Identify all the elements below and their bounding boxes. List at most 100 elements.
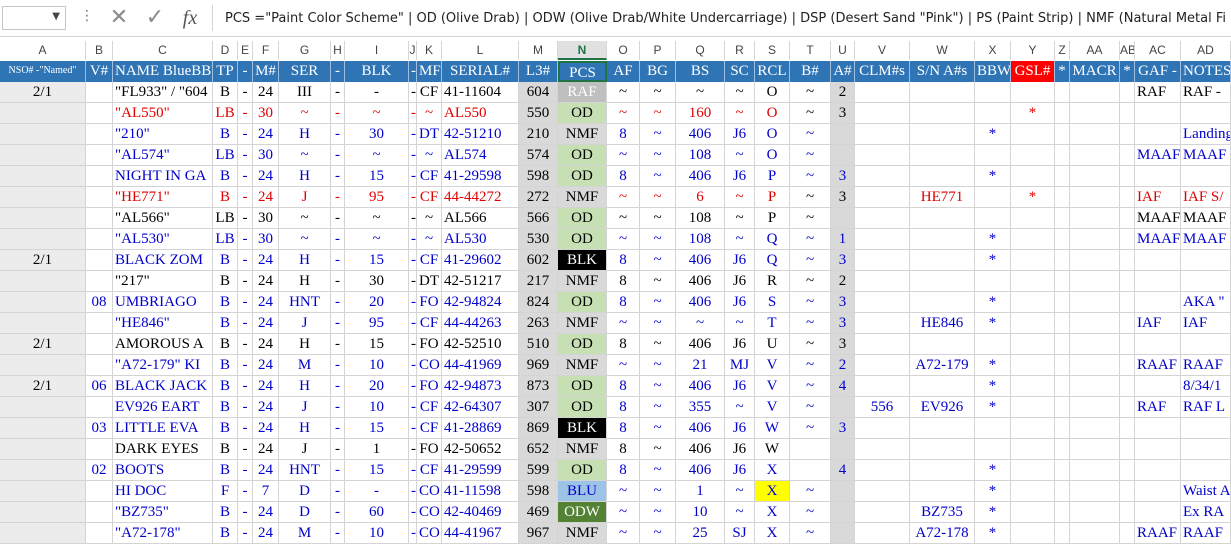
table-cell[interactable]: OD	[558, 334, 607, 355]
table-cell[interactable]	[1120, 481, 1135, 502]
table-cell[interactable]: ~	[607, 481, 640, 502]
header-cell[interactable]: MF	[417, 61, 442, 82]
table-cell[interactable]: 30	[253, 103, 279, 124]
table-cell[interactable]: B	[213, 439, 238, 460]
table-cell[interactable]: J6	[725, 334, 755, 355]
table-cell[interactable]: CF	[417, 166, 442, 187]
table-cell[interactable]: 24	[253, 460, 279, 481]
table-cell[interactable]: D	[279, 502, 331, 523]
header-cell[interactable]: V#	[86, 61, 113, 82]
table-cell[interactable]	[910, 103, 975, 124]
table-cell[interactable]: 44-41967	[442, 523, 519, 544]
table-cell[interactable]: *	[975, 355, 1011, 376]
table-cell[interactable]	[1055, 103, 1070, 124]
table-cell[interactable]	[855, 292, 910, 313]
table-cell[interactable]	[790, 439, 831, 460]
table-cell[interactable]: -	[331, 292, 345, 313]
table-cell[interactable]: B	[213, 250, 238, 271]
table-cell[interactable]: 30	[253, 229, 279, 250]
header-cell[interactable]: SER	[279, 61, 331, 82]
column-header-m[interactable]: M	[519, 41, 558, 60]
table-cell[interactable]: 406	[676, 439, 725, 460]
table-cell[interactable]: -	[409, 187, 417, 208]
table-cell[interactable]	[0, 460, 86, 481]
table-cell[interactable]: 8	[607, 292, 640, 313]
table-cell[interactable]	[1070, 208, 1120, 229]
table-cell[interactable]	[0, 418, 86, 439]
column-header-d[interactable]: D	[213, 41, 238, 60]
header-cell[interactable]: S/N A#s	[910, 61, 975, 82]
table-cell[interactable]: ~	[279, 103, 331, 124]
table-cell[interactable]: "A72-179" KI	[113, 355, 213, 376]
table-cell[interactable]: *	[975, 124, 1011, 145]
table-cell[interactable]	[1070, 250, 1120, 271]
table-cell[interactable]: 21	[676, 355, 725, 376]
table-cell[interactable]: 15	[345, 334, 409, 355]
table-cell[interactable]: 510	[519, 334, 558, 355]
table-cell[interactable]	[0, 313, 86, 334]
table-cell[interactable]: B	[213, 82, 238, 103]
table-cell[interactable]: -	[409, 250, 417, 271]
table-cell[interactable]	[831, 397, 855, 418]
header-cell[interactable]: GSL#	[1011, 61, 1055, 82]
table-cell[interactable]: -	[238, 460, 253, 481]
table-cell[interactable]: 24	[253, 82, 279, 103]
table-cell[interactable]: OD	[558, 103, 607, 124]
table-cell[interactable]: 210	[519, 124, 558, 145]
header-cell[interactable]: CLM#s	[855, 61, 910, 82]
table-cell[interactable]: 24	[253, 334, 279, 355]
table-cell[interactable]: RAF L	[1181, 397, 1231, 418]
table-cell[interactable]: 8	[607, 271, 640, 292]
table-cell[interactable]: P	[755, 187, 790, 208]
cancel-icon[interactable]: ✕	[104, 4, 134, 32]
table-cell[interactable]: 03	[86, 418, 113, 439]
table-cell[interactable]: RAF	[1135, 397, 1181, 418]
table-cell[interactable]: B	[213, 313, 238, 334]
column-header-c[interactable]: C	[113, 41, 213, 60]
table-cell[interactable]	[1055, 124, 1070, 145]
table-cell[interactable]	[910, 124, 975, 145]
table-cell[interactable]: 15	[345, 460, 409, 481]
header-cell[interactable]: -	[409, 61, 417, 82]
table-cell[interactable]	[975, 208, 1011, 229]
table-cell[interactable]: MAAF	[1181, 229, 1231, 250]
table-cell[interactable]: ~	[345, 229, 409, 250]
table-cell[interactable]: MAAF	[1135, 145, 1181, 166]
table-cell[interactable]	[0, 145, 86, 166]
table-cell[interactable]: 41-11604	[442, 82, 519, 103]
table-cell[interactable]: *	[975, 292, 1011, 313]
table-cell[interactable]: J	[279, 187, 331, 208]
table-cell[interactable]: MJ	[725, 355, 755, 376]
header-cell[interactable]: *	[1055, 61, 1070, 82]
table-cell[interactable]	[1070, 292, 1120, 313]
table-cell[interactable]: ~	[345, 103, 409, 124]
table-cell[interactable]: 44-41969	[442, 355, 519, 376]
table-cell[interactable]	[855, 334, 910, 355]
table-cell[interactable]: FO	[417, 292, 442, 313]
table-cell[interactable]: J6	[725, 439, 755, 460]
table-cell[interactable]: -	[238, 208, 253, 229]
table-cell[interactable]: B	[213, 355, 238, 376]
header-cell[interactable]: MACR	[1070, 61, 1120, 82]
table-cell[interactable]: 10	[345, 355, 409, 376]
table-cell[interactable]: -	[238, 481, 253, 502]
table-cell[interactable]: ~	[345, 208, 409, 229]
table-cell[interactable]: "210"	[113, 124, 213, 145]
table-cell[interactable]: -	[238, 187, 253, 208]
table-cell[interactable]	[910, 460, 975, 481]
table-cell[interactable]	[1135, 376, 1181, 397]
header-cell[interactable]: NSO# -"Named"	[0, 61, 86, 82]
table-cell[interactable]: S	[755, 292, 790, 313]
table-cell[interactable]: UMBRIAGO	[113, 292, 213, 313]
column-header-b[interactable]: B	[86, 41, 113, 60]
table-cell[interactable]: 24	[253, 418, 279, 439]
table-cell[interactable]: -	[238, 376, 253, 397]
table-cell[interactable]: J6	[725, 376, 755, 397]
table-cell[interactable]	[910, 271, 975, 292]
table-cell[interactable]: ~	[640, 145, 676, 166]
table-cell[interactable]: ~	[279, 229, 331, 250]
table-cell[interactable]: LB	[213, 229, 238, 250]
table-cell[interactable]	[86, 208, 113, 229]
table-cell[interactable]: ~	[607, 502, 640, 523]
table-cell[interactable]: OD	[558, 208, 607, 229]
